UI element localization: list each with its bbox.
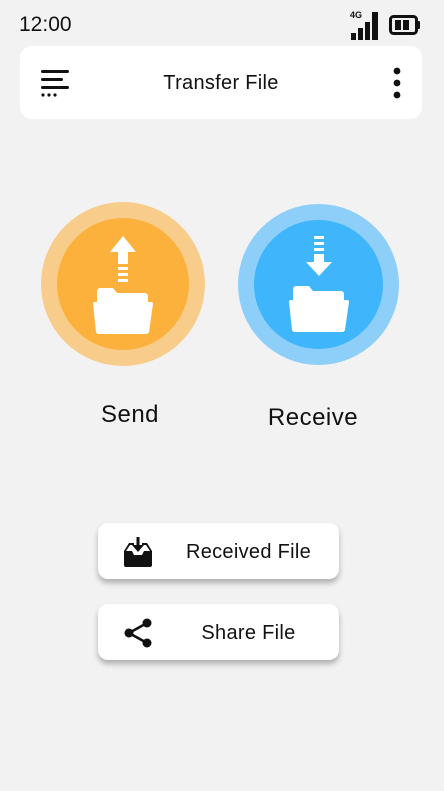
send-label: Send	[100, 401, 160, 428]
folder-download-icon	[289, 236, 349, 333]
status-bar: 12:00 4G	[0, 0, 444, 46]
receive-button[interactable]	[238, 204, 399, 365]
share-file-label: Share File	[201, 622, 296, 644]
page-title: Transfer File	[163, 72, 279, 94]
inbox-download-icon	[124, 537, 152, 567]
receive-label: Receive	[267, 404, 359, 431]
send-button[interactable]	[41, 202, 205, 366]
share-file-button[interactable]: Share File	[98, 604, 339, 660]
receive-button-inner	[254, 220, 383, 349]
share-icon	[124, 618, 152, 648]
send-button-inner	[57, 218, 189, 350]
received-file-button[interactable]: Received File	[98, 523, 339, 579]
signal-bars-icon: 4G	[350, 10, 378, 40]
folder-upload-icon	[93, 236, 153, 335]
network-type-label: 4G	[350, 10, 362, 20]
status-time: 12:00	[19, 13, 72, 36]
battery-icon	[389, 15, 420, 35]
received-file-label: Received File	[185, 541, 312, 563]
app-header: Transfer File	[20, 46, 422, 119]
more-vertical-icon[interactable]	[390, 67, 404, 99]
